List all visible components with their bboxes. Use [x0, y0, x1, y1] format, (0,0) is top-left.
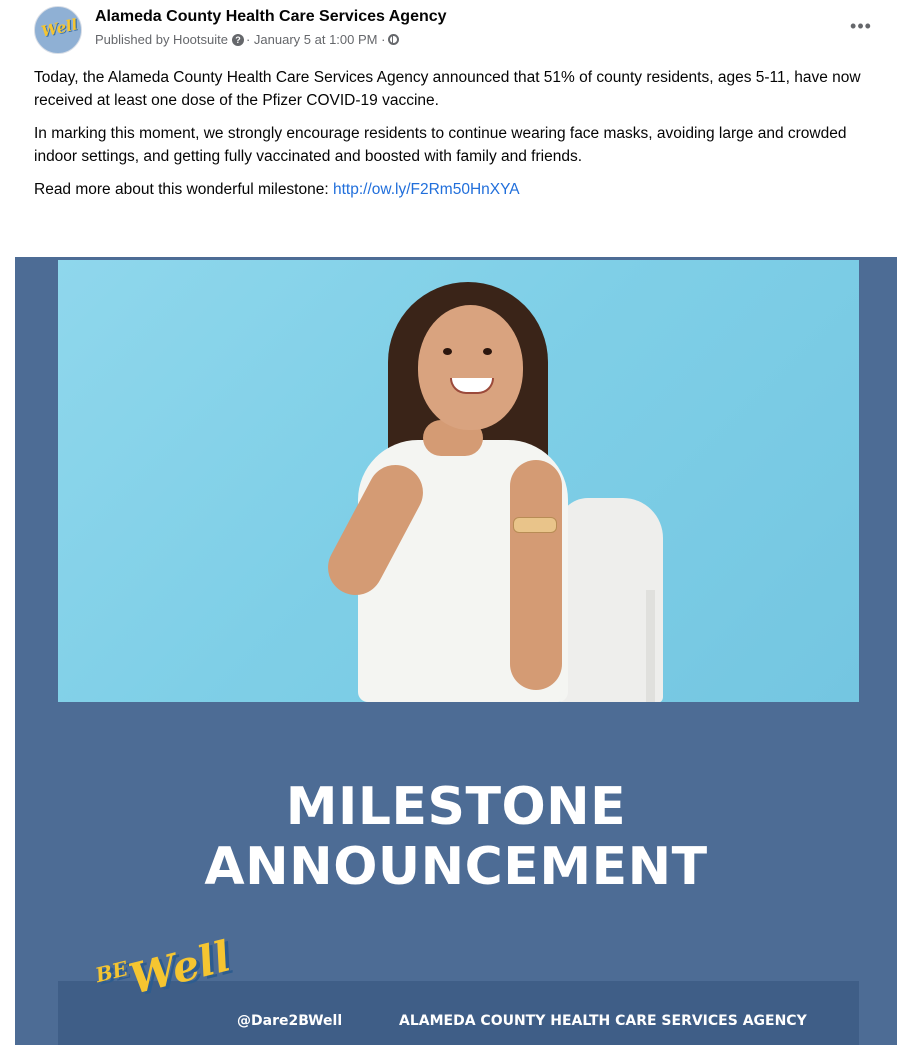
child-vaccinated-photo	[58, 260, 859, 702]
eye	[483, 348, 492, 355]
read-more-text: Read more about this wonderful milestone…	[34, 181, 329, 198]
post-image[interactable]: MILESTONE ANNOUNCEMENT BEWell @Dare2BWel…	[15, 257, 897, 1045]
question-icon[interactable]: ?	[231, 33, 244, 46]
more-options-button[interactable]: •••	[846, 14, 876, 38]
agency-name: ALAMEDA COUNTY HEALTH CARE SERVICES AGEN…	[399, 1013, 807, 1029]
arm	[510, 460, 562, 690]
face	[418, 305, 523, 430]
chair-leg	[646, 590, 655, 702]
page-name-link[interactable]: Alameda County Health Care Services Agen…	[95, 8, 447, 26]
globe-icon	[388, 34, 400, 45]
graphic-headline: MILESTONE ANNOUNCEMENT	[15, 777, 897, 897]
post-paragraph-2: In marking this moment, we strongly enco…	[34, 125, 847, 165]
publisher-label: Published by Hootsuite	[95, 32, 228, 47]
avatar-logo-text: Well	[39, 15, 80, 41]
post-header: Well Alameda County Health Care Services…	[34, 6, 874, 54]
social-handle: @Dare2BWell	[237, 1013, 343, 1029]
post-link[interactable]: http://ow.ly/F2Rm50HnXYA	[333, 181, 520, 198]
post-body: Today, the Alameda County Health Care Se…	[34, 66, 879, 211]
post-meta: Published by Hootsuite ? · January 5 at …	[95, 32, 400, 47]
page-avatar[interactable]: Well	[34, 6, 82, 54]
post-timestamp[interactable]: · January 5 at 1:00 PM ·	[246, 32, 385, 47]
eye	[443, 348, 452, 355]
bandage-icon	[513, 517, 557, 533]
headline-line-1: MILESTONE	[285, 777, 627, 837]
post-read-more: Read more about this wonderful milestone…	[34, 178, 879, 201]
post-paragraph-1: Today, the Alameda County Health Care Se…	[34, 69, 861, 109]
headline-line-2: ANNOUNCEMENT	[204, 837, 708, 897]
